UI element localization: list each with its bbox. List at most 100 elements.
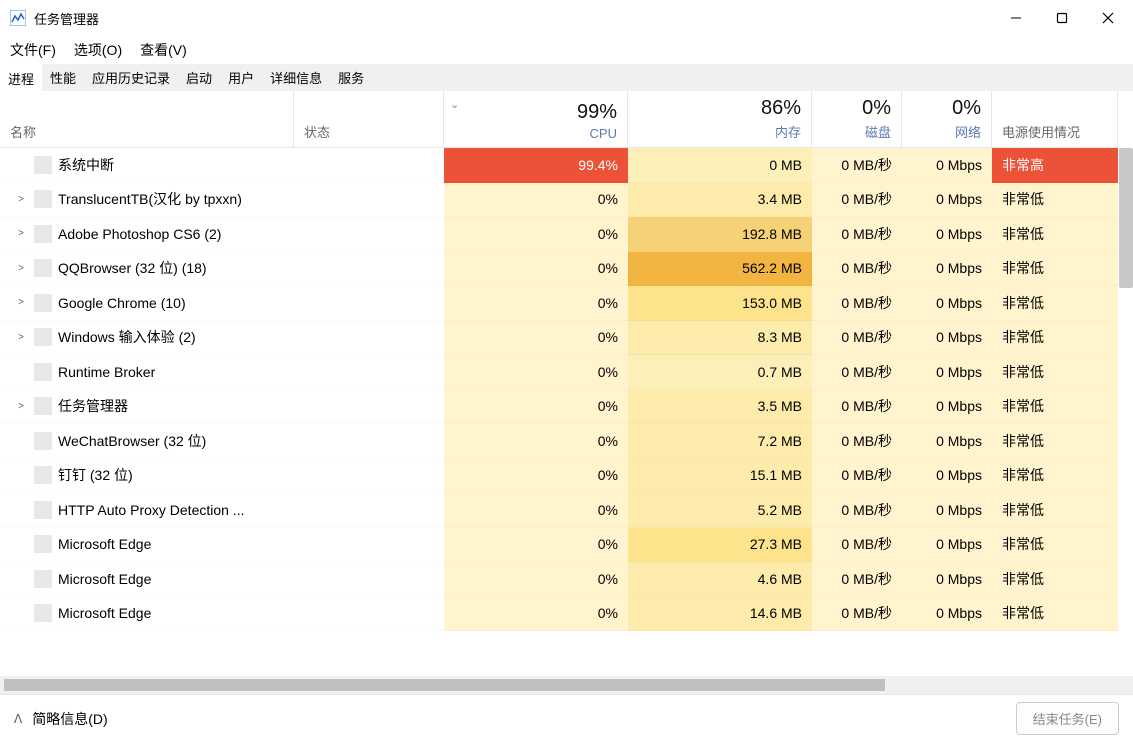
expand-icon[interactable]: > — [14, 263, 28, 274]
cell-network: 0 Mbps — [902, 217, 992, 252]
expand-icon[interactable]: > — [14, 228, 28, 239]
header-disk[interactable]: 0% 磁盘 — [812, 92, 902, 148]
close-button[interactable] — [1085, 2, 1131, 34]
cell-cpu: 99.4% — [444, 148, 628, 183]
cell-status — [294, 493, 444, 528]
cell-cpu: 0% — [444, 355, 628, 390]
cell-network: 0 Mbps — [902, 390, 992, 425]
cell-memory: 0.7 MB — [628, 355, 812, 390]
process-icon — [34, 225, 52, 243]
header-memory[interactable]: 86% 内存 — [628, 92, 812, 148]
process-name: 系统中断 — [58, 155, 114, 175]
cell-status — [294, 217, 444, 252]
process-icon — [34, 328, 52, 346]
cell-disk: 0 MB/秒 — [812, 148, 902, 183]
menu-options[interactable]: 选项(O) — [74, 40, 122, 60]
cell-name: Microsoft Edge — [0, 528, 294, 563]
cell-name: >Windows 输入体验 (2) — [0, 321, 294, 356]
cell-status — [294, 321, 444, 356]
cell-disk: 0 MB/秒 — [812, 390, 902, 425]
cell-status — [294, 390, 444, 425]
expand-icon[interactable]: > — [14, 194, 28, 205]
cell-status — [294, 528, 444, 563]
cell-network: 0 Mbps — [902, 528, 992, 563]
tab-services[interactable]: 服务 — [330, 64, 372, 91]
cell-power: 非常低 — [992, 562, 1118, 597]
process-name: QQBrowser (32 位) (18) — [58, 258, 207, 278]
cell-memory: 3.4 MB — [628, 183, 812, 218]
cell-memory: 7.2 MB — [628, 424, 812, 459]
cell-power: 非常低 — [992, 286, 1118, 321]
horizontal-scrollbar[interactable] — [0, 676, 1133, 694]
cell-name: >Adobe Photoshop CS6 (2) — [0, 217, 294, 252]
table-row[interactable]: WeChatBrowser (32 位)0%7.2 MB0 MB/秒0 Mbps… — [0, 424, 1133, 459]
process-icon — [34, 466, 52, 484]
table-row[interactable]: >任务管理器0%3.5 MB0 MB/秒0 Mbps非常低 — [0, 390, 1133, 425]
cell-power: 非常低 — [992, 252, 1118, 287]
tab-details[interactable]: 详细信息 — [262, 64, 330, 91]
tabstrip: 进程 性能 应用历史记录 启动 用户 详细信息 服务 — [0, 64, 1133, 92]
tab-processes[interactable]: 进程 — [0, 64, 42, 91]
cell-status — [294, 355, 444, 390]
vertical-scrollbar[interactable] — [1119, 148, 1133, 288]
tab-app-history[interactable]: 应用历史记录 — [84, 64, 178, 91]
table-row[interactable]: Runtime Broker0%0.7 MB0 MB/秒0 Mbps非常低 — [0, 355, 1133, 390]
horizontal-scrollbar-thumb[interactable] — [4, 679, 885, 691]
process-name: 任务管理器 — [58, 396, 128, 416]
table-row[interactable]: Microsoft Edge0%27.3 MB0 MB/秒0 Mbps非常低 — [0, 528, 1133, 563]
table-row[interactable]: >Google Chrome (10)0%153.0 MB0 MB/秒0 Mbp… — [0, 286, 1133, 321]
header-network[interactable]: 0% 网络 — [902, 92, 992, 148]
process-icon — [34, 432, 52, 450]
process-name: Google Chrome (10) — [58, 295, 186, 311]
tab-users[interactable]: 用户 — [220, 64, 262, 91]
cell-disk: 0 MB/秒 — [812, 493, 902, 528]
cell-name: 系统中断 — [0, 148, 294, 183]
table-row[interactable]: 钉钉 (32 位)0%15.1 MB0 MB/秒0 Mbps非常低 — [0, 459, 1133, 494]
end-task-button[interactable]: 结束任务(E) — [1016, 702, 1119, 735]
header-status[interactable]: 状态 — [294, 92, 444, 148]
header-cpu[interactable]: 99% CPU — [444, 92, 628, 148]
tab-startup[interactable]: 启动 — [178, 64, 220, 91]
cell-memory: 8.3 MB — [628, 321, 812, 356]
cell-status — [294, 252, 444, 287]
cell-cpu: 0% — [444, 528, 628, 563]
expand-icon[interactable]: > — [14, 401, 28, 412]
header-power[interactable]: 电源使用情况 — [992, 92, 1118, 148]
cell-power: 非常低 — [992, 493, 1118, 528]
table-row[interactable]: 系统中断99.4%0 MB0 MB/秒0 Mbps非常高 — [0, 148, 1133, 183]
table-row[interactable]: >Windows 输入体验 (2)0%8.3 MB0 MB/秒0 Mbps非常低 — [0, 321, 1133, 356]
cell-disk: 0 MB/秒 — [812, 597, 902, 632]
table-row[interactable]: >QQBrowser (32 位) (18)0%562.2 MB0 MB/秒0 … — [0, 252, 1133, 287]
menu-file[interactable]: 文件(F) — [10, 40, 56, 60]
sort-chevron-icon: ⌄ — [450, 98, 459, 111]
cell-cpu: 0% — [444, 562, 628, 597]
cell-disk: 0 MB/秒 — [812, 183, 902, 218]
cell-power: 非常低 — [992, 390, 1118, 425]
brief-info-link[interactable]: 简略信息(D) — [32, 709, 107, 729]
cell-network: 0 Mbps — [902, 321, 992, 356]
table-row[interactable]: >Adobe Photoshop CS6 (2)0%192.8 MB0 MB/秒… — [0, 217, 1133, 252]
table-row[interactable]: HTTP Auto Proxy Detection ...0%5.2 MB0 M… — [0, 493, 1133, 528]
process-icon — [34, 363, 52, 381]
expand-icon[interactable]: > — [14, 332, 28, 343]
process-icon — [34, 190, 52, 208]
cell-name: HTTP Auto Proxy Detection ... — [0, 493, 294, 528]
table-row[interactable]: Microsoft Edge0%4.6 MB0 MB/秒0 Mbps非常低 — [0, 562, 1133, 597]
cell-memory: 3.5 MB — [628, 390, 812, 425]
minimize-button[interactable] — [993, 2, 1039, 34]
cell-disk: 0 MB/秒 — [812, 286, 902, 321]
process-name: TranslucentTB(汉化 by tpxxn) — [58, 189, 242, 209]
header-name[interactable]: 名称 — [0, 92, 294, 148]
menu-view[interactable]: 查看(V) — [140, 40, 187, 60]
cell-memory: 153.0 MB — [628, 286, 812, 321]
table-row[interactable]: >TranslucentTB(汉化 by tpxxn)0%3.4 MB0 MB/… — [0, 183, 1133, 218]
maximize-button[interactable] — [1039, 2, 1085, 34]
cell-power: 非常低 — [992, 355, 1118, 390]
table-row[interactable]: Microsoft Edge0%14.6 MB0 MB/秒0 Mbps非常低 — [0, 597, 1133, 632]
expand-icon[interactable]: > — [14, 297, 28, 308]
cell-status — [294, 597, 444, 632]
process-name: WeChatBrowser (32 位) — [58, 431, 206, 451]
tab-performance[interactable]: 性能 — [42, 64, 84, 91]
chevron-up-icon[interactable]: ᐱ — [14, 712, 22, 726]
cell-cpu: 0% — [444, 597, 628, 632]
